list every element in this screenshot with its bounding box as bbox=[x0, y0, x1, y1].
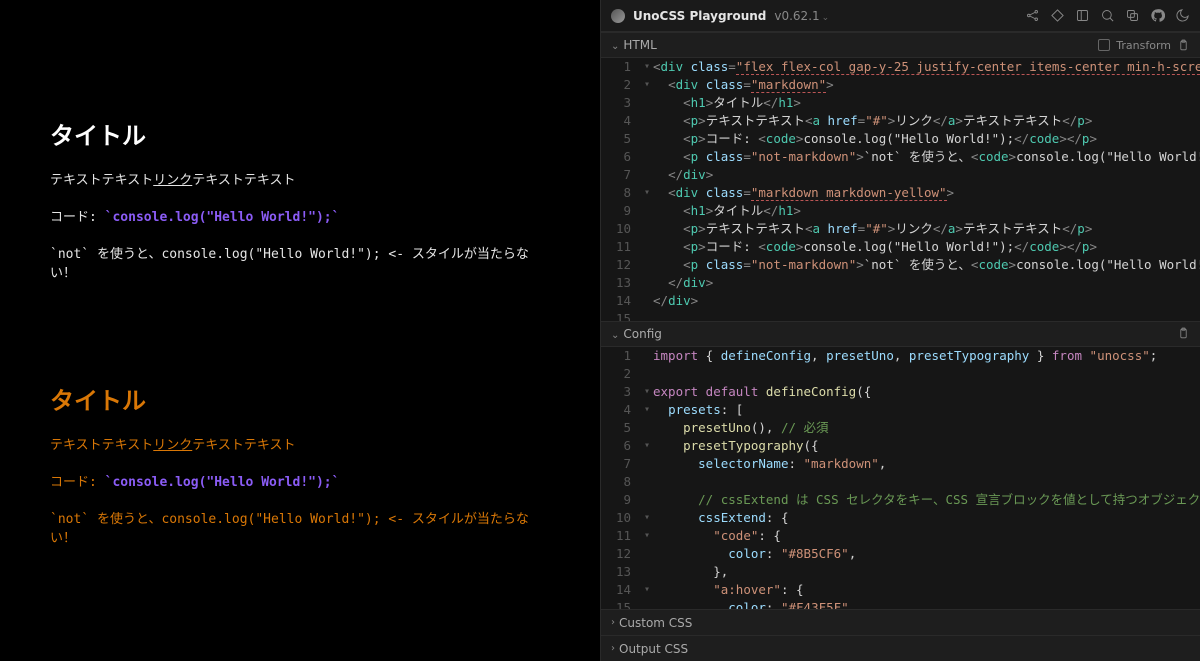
app-title: UnoCSS Playground bbox=[633, 9, 766, 23]
chevron-down-icon: ⌄ bbox=[611, 330, 619, 341]
format-icon[interactable] bbox=[1050, 8, 1065, 23]
preview-link[interactable]: リンク bbox=[153, 173, 192, 188]
text-after: テキストテキスト bbox=[192, 173, 295, 188]
preview-link-y[interactable]: リンク bbox=[153, 438, 192, 453]
theme-icon[interactable] bbox=[1175, 8, 1190, 23]
markdown-block-yellow: タイトル テキストテキストリンクテキストテキスト コード: `console.l… bbox=[50, 381, 550, 546]
transform-label: Transform bbox=[1116, 39, 1171, 52]
chevron-right-icon: › bbox=[611, 617, 615, 628]
custom-css-label: Custom CSS bbox=[619, 616, 692, 630]
code-label: コード: bbox=[50, 210, 105, 225]
code-sample-y: `console.log("Hello World!");` bbox=[105, 475, 340, 490]
config-panel-header[interactable]: ⌄ Config bbox=[601, 321, 1200, 347]
config-panel-label: Config bbox=[623, 327, 662, 341]
chevron-down-icon: ⌄ bbox=[611, 41, 619, 52]
chevron-right-icon: › bbox=[611, 643, 615, 654]
html-editor[interactable]: 1▾<div class="flex flex-col gap-y-25 jus… bbox=[601, 58, 1200, 321]
unocss-logo-icon bbox=[611, 9, 625, 23]
panel-icon[interactable] bbox=[1075, 8, 1090, 23]
topbar: UnoCSS Playground v0.62.1⌄ bbox=[601, 0, 1200, 32]
config-editor[interactable]: 1import { defineConfig, presetUno, prese… bbox=[601, 347, 1200, 610]
transform-checkbox[interactable] bbox=[1098, 39, 1110, 51]
copy-icon[interactable] bbox=[1125, 8, 1140, 23]
not-line-y: `not` を使うと、console.log("Hello World!"); … bbox=[50, 508, 550, 546]
preview-pane: タイトル テキストテキストリンクテキストテキスト コード: `console.l… bbox=[0, 0, 600, 661]
code-sample: `console.log("Hello World!");` bbox=[105, 210, 340, 225]
output-css-label: Output CSS bbox=[619, 642, 688, 656]
clipboard-icon[interactable] bbox=[1177, 39, 1190, 52]
not-line: `not` を使うと、console.log("Hello World!"); … bbox=[50, 243, 550, 281]
output-css-panel-header[interactable]: › Output CSS bbox=[601, 635, 1200, 661]
html-panel-label: HTML bbox=[623, 38, 656, 52]
text-before: テキストテキスト bbox=[50, 173, 153, 188]
markdown-block-white: タイトル テキストテキストリンクテキストテキスト コード: `console.l… bbox=[50, 116, 550, 281]
custom-css-panel-header[interactable]: › Custom CSS bbox=[601, 609, 1200, 635]
editor-pane: UnoCSS Playground v0.62.1⌄ ⌄ HTML Transfo… bbox=[600, 0, 1200, 661]
code-label-y: コード: bbox=[50, 475, 105, 490]
preview-title: タイトル bbox=[50, 116, 550, 151]
text-after-y: テキストテキスト bbox=[192, 438, 295, 453]
version-dropdown[interactable]: v0.62.1⌄ bbox=[774, 9, 829, 23]
text-before-y: テキストテキスト bbox=[50, 438, 153, 453]
github-icon[interactable] bbox=[1150, 8, 1165, 23]
share-icon[interactable] bbox=[1025, 8, 1040, 23]
preview-title-yellow: タイトル bbox=[50, 381, 550, 416]
html-panel-header[interactable]: ⌄ HTML Transform bbox=[601, 32, 1200, 58]
search-icon[interactable] bbox=[1100, 8, 1115, 23]
clipboard-icon[interactable] bbox=[1177, 327, 1190, 340]
